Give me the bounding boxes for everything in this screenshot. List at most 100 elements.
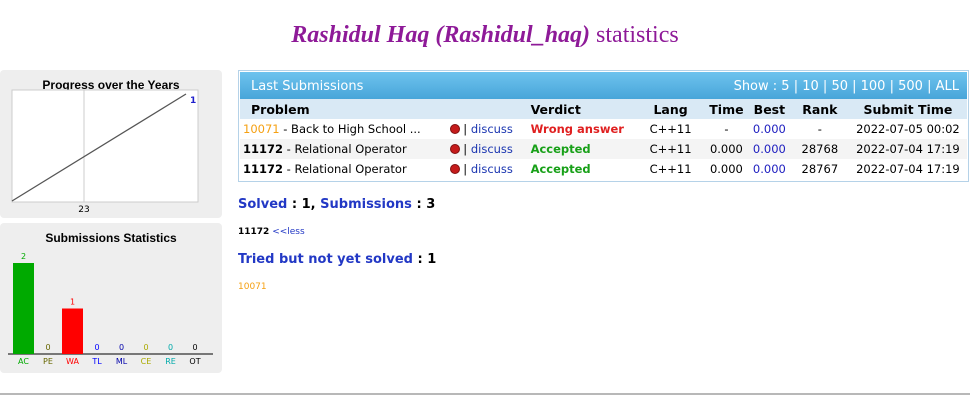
bar-category-label-ml: ML bbox=[116, 357, 128, 366]
verdict-cell: Accepted bbox=[524, 139, 637, 159]
submissions-label: Submissions bbox=[320, 197, 412, 212]
problem-name-link[interactable]: - Relational Operator bbox=[283, 142, 407, 156]
problem-name-link[interactable]: - Relational Operator bbox=[283, 162, 407, 176]
problem-number-link[interactable]: 11172 bbox=[243, 162, 283, 176]
rank-cell: - bbox=[817, 122, 822, 136]
bug-icon[interactable] bbox=[450, 144, 461, 154]
bug-icon[interactable] bbox=[450, 124, 461, 134]
solved-problem-list: 11172 <<less bbox=[238, 227, 305, 237]
problem-cell: 11172 - Relational Operator bbox=[240, 139, 439, 159]
table-row: 10071 - Back to High School ... | discus… bbox=[240, 119, 967, 139]
best-link[interactable]: 0.000 bbox=[748, 119, 791, 139]
tried-count: 1 bbox=[427, 252, 437, 267]
submit-time-cell: 2022-07-05 00:02 bbox=[856, 122, 960, 136]
col-spacer bbox=[438, 99, 525, 119]
submissions-stats-panel: Submissions Statistics 2 AC 0 PE 1 WA 0 TL 0 ML 0 C… bbox=[0, 223, 222, 373]
verdict-cell: Wrong answer bbox=[530, 122, 624, 136]
bar-category-label-ac: AC bbox=[18, 357, 29, 366]
bar-value-label-re: 0 bbox=[168, 343, 173, 352]
solved-label: Solved bbox=[238, 197, 288, 212]
last-submissions-box: Last Submissions Show : 5 | 10 | 50 | 10… bbox=[238, 70, 969, 182]
col-verdict: Verdict bbox=[524, 99, 637, 119]
solved-summary: Solved : 1, Submissions : 3 bbox=[238, 197, 436, 212]
discuss-cell: | discuss bbox=[438, 139, 525, 159]
lang-cell: C++11 bbox=[636, 139, 705, 159]
discuss-link[interactable]: discuss bbox=[471, 122, 513, 136]
last-submissions-title: Last Submissions bbox=[251, 79, 364, 94]
bar-wa bbox=[62, 308, 83, 354]
submit-time-cell: 2022-07-04 17:19 bbox=[848, 139, 967, 159]
tried-summary: Tried but not yet solved : 1 bbox=[238, 252, 437, 267]
user-name: Rashidul Haq (Rashidul_haq) bbox=[291, 22, 591, 48]
footer-divider bbox=[0, 393, 970, 395]
bar-category-label-tl: TL bbox=[91, 357, 102, 366]
rank-cell: 28767 bbox=[801, 162, 839, 176]
show-option-5[interactable]: 5 bbox=[781, 79, 789, 94]
lang-cell: C++11 bbox=[649, 122, 692, 136]
bar-value-label-tl: 0 bbox=[94, 343, 99, 352]
lang-cell: C++11 bbox=[649, 162, 692, 176]
bar-value-label-ml: 0 bbox=[119, 343, 124, 352]
tried-label: Tried but not yet solved bbox=[238, 252, 413, 267]
col-submit-time: Submit Time bbox=[848, 99, 967, 119]
show-label: Show : bbox=[733, 79, 778, 94]
bar-category-label-ot: OT bbox=[189, 357, 200, 366]
problem-number-link[interactable]: 10071 bbox=[243, 122, 280, 136]
progress-end-label: 1 bbox=[190, 96, 196, 106]
table-row: 11172 - Relational Operator | discuss Ac… bbox=[240, 159, 967, 179]
col-best: Best bbox=[747, 99, 791, 119]
bar-value-label-wa: 1 bbox=[70, 298, 75, 307]
submissions-count: 3 bbox=[426, 197, 436, 212]
problem-name-link[interactable]: - Back to High School ... bbox=[280, 122, 420, 136]
progress-plot-area bbox=[11, 89, 199, 203]
col-time: Time bbox=[704, 99, 748, 119]
discuss-link[interactable]: discuss bbox=[471, 162, 513, 176]
show-option-50[interactable]: 50 bbox=[831, 79, 848, 94]
problem-number-link[interactable]: 11172 bbox=[243, 142, 283, 156]
verdict-cell: Accepted bbox=[530, 162, 591, 176]
best-link[interactable]: 0.000 bbox=[747, 139, 791, 159]
bar-value-label-ac: 2 bbox=[21, 252, 26, 261]
submissions-table: Problem Verdict Lang Time Best Rank Subm… bbox=[240, 99, 967, 179]
bar-value-label-ce: 0 bbox=[143, 343, 148, 352]
show-option-10[interactable]: 10 bbox=[802, 79, 819, 94]
title-suffix: statistics bbox=[596, 22, 679, 48]
bar-category-label-wa: WA bbox=[66, 357, 79, 366]
solved-count: 1 bbox=[301, 197, 311, 212]
rank-cell: 28768 bbox=[790, 139, 849, 159]
tried-problem-link[interactable]: 10071 bbox=[238, 282, 267, 292]
time-cell: - bbox=[724, 122, 729, 136]
problem-cell: 10071 - Back to High School ... bbox=[240, 119, 439, 139]
bug-icon[interactable] bbox=[450, 164, 461, 174]
progress-x-tick-label: 23 bbox=[78, 205, 89, 215]
show-option-100[interactable]: 100 bbox=[861, 79, 886, 94]
time-cell: 0.000 bbox=[709, 162, 743, 176]
best-link[interactable]: 0.000 bbox=[748, 159, 791, 179]
discuss-link[interactable]: discuss bbox=[471, 142, 513, 156]
bar-value-label-ot: 0 bbox=[192, 343, 197, 352]
problem-cell: 11172 - Relational Operator bbox=[240, 159, 439, 179]
progress-panel: Progress over the Years 1 23 bbox=[0, 70, 222, 218]
col-rank: Rank bbox=[790, 99, 849, 119]
bar-category-label-ce: CE bbox=[141, 357, 152, 366]
bar-category-label-pe: PE bbox=[43, 357, 53, 366]
discuss-cell: | discuss bbox=[439, 119, 525, 139]
table-row: 11172 - Relational Operator | discuss Ac… bbox=[240, 139, 967, 159]
submit-time-cell: 2022-07-04 17:19 bbox=[856, 162, 960, 176]
bar-value-label-pe: 0 bbox=[45, 343, 50, 352]
col-problem: Problem bbox=[240, 99, 439, 119]
table-header-row: Problem Verdict Lang Time Best Rank Subm… bbox=[240, 99, 967, 119]
discuss-cell: | discuss bbox=[439, 159, 525, 179]
bar-category-label-re: RE bbox=[165, 357, 176, 366]
submissions-bar-chart: 2 AC 0 PE 1 WA 0 TL 0 ML 0 CE 0 RE 0 OT bbox=[8, 252, 213, 366]
show-option-all[interactable]: ALL bbox=[936, 79, 959, 94]
bar-ac bbox=[13, 263, 34, 354]
solved-problem-link[interactable]: 11172 bbox=[238, 227, 269, 237]
progress-chart: 1 23 bbox=[11, 89, 199, 215]
page-title: Rashidul Haq (Rashidul_haq) statistics bbox=[0, 22, 970, 49]
show-option-500[interactable]: 500 bbox=[898, 79, 923, 94]
show-count-selector: Show : 5 | 10 | 50 | 100 | 500 | ALL bbox=[733, 79, 959, 94]
less-link[interactable]: <<less bbox=[272, 227, 305, 237]
last-submissions-header: Last Submissions Show : 5 | 10 | 50 | 10… bbox=[240, 72, 967, 99]
col-lang: Lang bbox=[636, 99, 705, 119]
